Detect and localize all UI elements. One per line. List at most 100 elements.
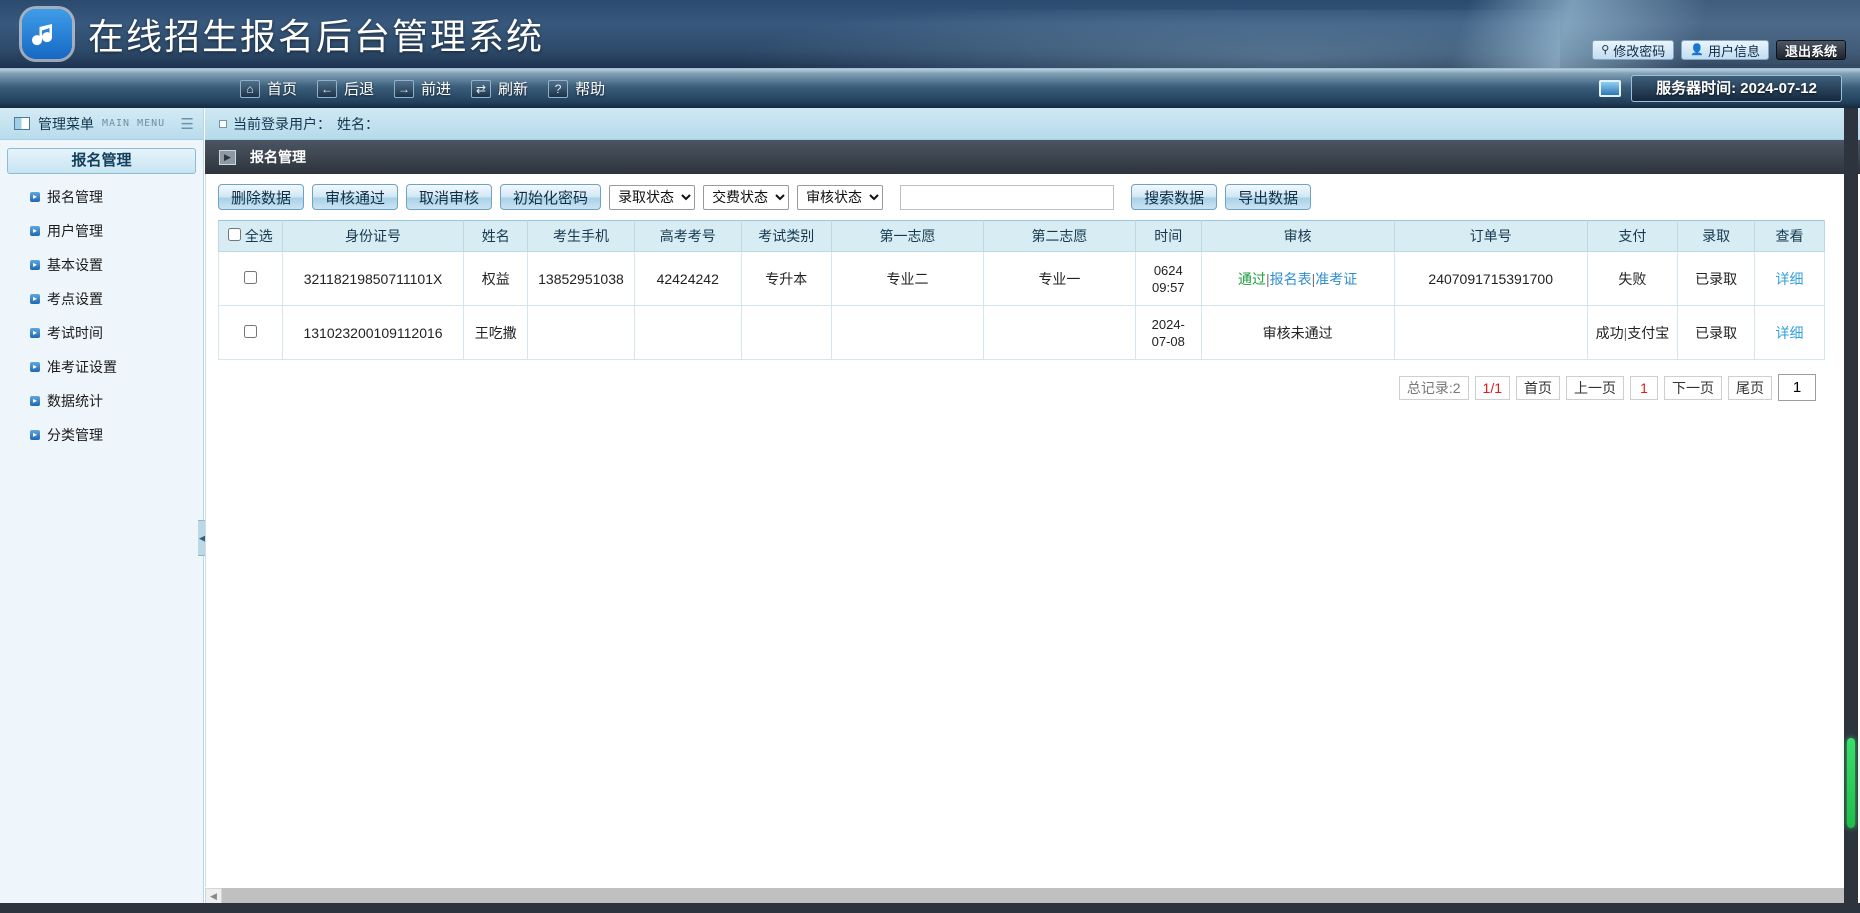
sidebar-section-title: 报名管理 xyxy=(7,148,196,174)
chevron-right-icon: ▸ xyxy=(30,430,40,440)
payment-status-select[interactable]: 交费状态 xyxy=(703,185,789,210)
header-actions: ⚲ 修改密码 👤 用户信息 退出系统 xyxy=(1592,40,1846,60)
toolbar-refresh[interactable]: ⇄ 刷新 xyxy=(471,78,528,99)
approve-button[interactable]: 审核通过 xyxy=(312,184,398,210)
header-exam-type: 考试类别 xyxy=(741,221,831,252)
logout-button[interactable]: 退出系统 xyxy=(1776,40,1846,60)
search-button[interactable]: 搜索数据 xyxy=(1131,184,1217,210)
header-id-number: 身份证号 xyxy=(282,221,464,252)
panel-title-label: 报名管理 xyxy=(250,147,306,167)
payment-channel: 支付宝 xyxy=(1627,325,1669,341)
cell-view[interactable]: 详细 xyxy=(1755,306,1825,360)
arrow-right-icon: → xyxy=(394,80,414,98)
sidebar-item-baoming[interactable]: ▸ 报名管理 xyxy=(0,180,203,214)
server-time: 服务器时间: 2024-07-12 xyxy=(1631,75,1842,102)
cancel-approval-button[interactable]: 取消审核 xyxy=(406,184,492,210)
row-checkbox[interactable] xyxy=(244,271,257,284)
export-button[interactable]: 导出数据 xyxy=(1225,184,1311,210)
refresh-icon: ⇄ xyxy=(471,80,491,98)
vertical-scrollbar[interactable] xyxy=(1844,108,1858,905)
bottom-strip xyxy=(0,903,1860,913)
first-page-button[interactable]: 首页 xyxy=(1516,376,1560,400)
toolbar-home[interactable]: ⌂ 首页 xyxy=(240,78,297,99)
toolbar-back-label: 后退 xyxy=(344,78,374,99)
admission-ticket-link[interactable]: 准考证 xyxy=(1315,271,1357,287)
chevron-right-icon: ▸ xyxy=(30,328,40,338)
header-order-number: 订单号 xyxy=(1394,221,1587,252)
vscroll-thumb[interactable] xyxy=(1847,738,1855,828)
sidebar-item-zhunkaozheng[interactable]: ▸ 准考证设置 xyxy=(0,350,203,384)
row-checkbox[interactable] xyxy=(244,325,257,338)
select-all-label: 全选 xyxy=(245,228,273,244)
header-view: 查看 xyxy=(1755,221,1825,252)
registration-form-link[interactable]: 报名表 xyxy=(1270,271,1312,287)
cell-time: 2024- 07-08 xyxy=(1135,306,1201,360)
reset-password-button[interactable]: 初始化密码 xyxy=(500,184,601,210)
cell-payment: 失败 xyxy=(1587,252,1677,306)
scroll-left-icon[interactable]: ◀ xyxy=(205,888,222,905)
sidebar-item-fenlei[interactable]: ▸ 分类管理 xyxy=(0,418,203,452)
app-header: 在线招生报名后台管理系统 ⚲ 修改密码 👤 用户信息 退出系统 xyxy=(0,0,1860,68)
current-page-number[interactable]: 1 xyxy=(1630,376,1658,400)
user-info-button[interactable]: 👤 用户信息 xyxy=(1681,40,1769,60)
last-page-button[interactable]: 尾页 xyxy=(1728,376,1772,400)
chevron-right-icon: ▸ xyxy=(30,396,40,406)
detail-link[interactable]: 详细 xyxy=(1776,325,1804,341)
pagination: 总记录:2 1/1 首页 上一页 1 下一页 尾页 xyxy=(206,360,1860,401)
table-header-row: 全选 身份证号 姓名 考生手机 高考考号 考试类别 第一志愿 第二志愿 时间 审… xyxy=(219,221,1825,252)
toolbar-back[interactable]: ← 后退 xyxy=(317,78,374,99)
header-name: 姓名 xyxy=(464,221,528,252)
cell-audit[interactable]: 通过|报名表|准考证 xyxy=(1201,252,1394,306)
row-select-cell[interactable] xyxy=(219,252,283,306)
cell-view[interactable]: 详细 xyxy=(1755,252,1825,306)
hscroll-thumb[interactable] xyxy=(222,888,1851,905)
search-input[interactable] xyxy=(900,185,1114,210)
delete-data-button[interactable]: 删除数据 xyxy=(218,184,304,210)
navigation-toolbar: ⌂ 首页 ← 后退 → 前进 ⇄ 刷新 ? 帮助 服务器时间: 2024-07-… xyxy=(0,68,1860,108)
cell-audit[interactable]: 审核未通过 xyxy=(1201,306,1394,360)
cell-admission: 已录取 xyxy=(1678,306,1755,360)
cell-payment: 成功|支付宝 xyxy=(1587,306,1677,360)
header-phone: 考生手机 xyxy=(528,221,635,252)
header-exam-number: 高考考号 xyxy=(634,221,741,252)
row-select-cell[interactable] xyxy=(219,306,283,360)
sidebar-item-jiben[interactable]: ▸ 基本设置 xyxy=(0,248,203,282)
select-all-checkbox[interactable] xyxy=(228,228,241,241)
next-page-button[interactable]: 下一页 xyxy=(1664,376,1722,400)
prev-page-button[interactable]: 上一页 xyxy=(1566,376,1624,400)
cell-order-number: 2407091715391700 xyxy=(1394,252,1587,306)
header-glow xyxy=(660,10,1560,68)
select-all-header[interactable]: 全选 xyxy=(219,221,283,252)
home-icon: ⌂ xyxy=(240,80,260,98)
hscroll-track[interactable] xyxy=(222,888,1851,905)
sidebar-item-label: 准考证设置 xyxy=(47,357,117,377)
cell-order-number xyxy=(1394,306,1587,360)
admission-status-select[interactable]: 录取状态 xyxy=(609,185,695,210)
toolbar-help[interactable]: ? 帮助 xyxy=(548,78,605,99)
registration-table: 全选 身份证号 姓名 考生手机 高考考号 考试类别 第一志愿 第二志愿 时间 审… xyxy=(218,220,1825,360)
sidebar-item-yonghu[interactable]: ▸ 用户管理 xyxy=(0,214,203,248)
panel-layout-icon xyxy=(14,117,30,130)
key-icon: ⚲ xyxy=(1601,45,1609,56)
play-panel-icon: ▶ xyxy=(219,150,236,165)
sidebar-item-shujutongji[interactable]: ▸ 数据统计 xyxy=(0,384,203,418)
cell-exam-number xyxy=(634,306,741,360)
user-info-label: 用户信息 xyxy=(1708,41,1760,60)
cell-exam-type: 专升本 xyxy=(741,252,831,306)
sidebar-menu-subtitle: MAIN MENU xyxy=(102,118,165,129)
header-audit: 审核 xyxy=(1201,221,1394,252)
action-toolbar: 删除数据 审核通过 取消审核 初始化密码 录取状态 交费状态 审核状态 搜索数据… xyxy=(206,174,1860,220)
sidebar-item-label: 基本设置 xyxy=(47,255,103,275)
sidebar-item-kaoshishijian[interactable]: ▸ 考试时间 xyxy=(0,316,203,350)
change-password-button[interactable]: ⚲ 修改密码 xyxy=(1592,40,1674,60)
toolbar-forward[interactable]: → 前进 xyxy=(394,78,451,99)
page-jump-input[interactable] xyxy=(1778,374,1816,401)
payment-result: 成功 xyxy=(1596,325,1624,341)
audit-status-select[interactable]: 审核状态 xyxy=(797,185,883,210)
hamburger-icon[interactable]: ☰ xyxy=(181,115,193,133)
sidebar-item-kaodian[interactable]: ▸ 考点设置 xyxy=(0,282,203,316)
detail-link[interactable]: 详细 xyxy=(1776,271,1804,287)
audit-pass-link[interactable]: 通过 xyxy=(1238,271,1266,287)
cell-phone xyxy=(528,306,635,360)
cell-name: 王吃撒 xyxy=(464,306,528,360)
